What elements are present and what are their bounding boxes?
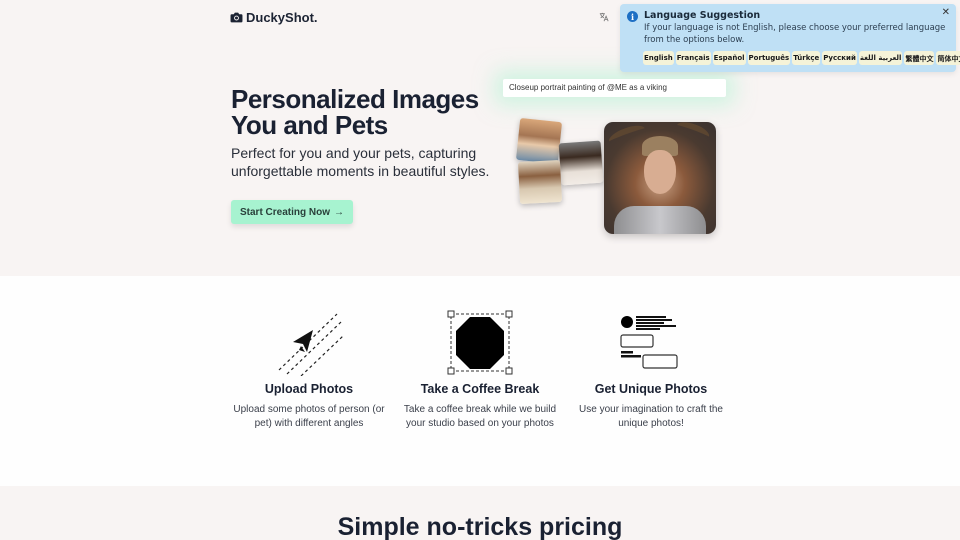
- cta-label: Start Creating Now: [239, 206, 330, 218]
- paper-plane-icon: [278, 313, 343, 376]
- brand-name: DuckyShot.: [246, 10, 318, 25]
- lang-button-french[interactable]: Français: [675, 51, 711, 65]
- start-creating-button[interactable]: Start Creating Now →: [231, 200, 353, 224]
- lang-button-turkish[interactable]: Türkçe: [792, 51, 821, 65]
- feature-title: Take a Coffee Break: [420, 382, 540, 396]
- translate-icon[interactable]: [599, 12, 611, 24]
- language-suggestion-toast: i Language Suggestion If your language i…: [620, 4, 960, 72]
- hero-title-line2: You and Pets: [231, 110, 388, 140]
- octagon-selection-icon: [447, 310, 513, 375]
- lang-button-traditional-chinese[interactable]: 繁體中文: [904, 51, 935, 65]
- sample-photo-1: [515, 117, 563, 165]
- toast-message: If your language is not English, please …: [644, 23, 946, 45]
- hero-title: Personalized Images You and Pets: [231, 86, 479, 138]
- sample-photo-3: [517, 159, 563, 205]
- close-icon[interactable]: ✕: [942, 7, 950, 18]
- lang-button-arabic[interactable]: العربية اللغة: [858, 51, 903, 65]
- lang-button-russian[interactable]: Русский: [822, 51, 857, 65]
- lang-button-english[interactable]: English: [643, 51, 674, 65]
- feature-description: Use your imagination to craft the unique…: [579, 404, 723, 429]
- feature-description: Upload some photos of person (or pet) wi…: [233, 404, 385, 429]
- layout-form-icon: [620, 316, 678, 369]
- lang-button-portuguese[interactable]: Português: [747, 51, 791, 65]
- info-icon: i: [627, 11, 638, 22]
- sample-photo-2: [558, 140, 604, 186]
- viking-portrait-image: [604, 122, 716, 234]
- lang-button-simplified-chinese[interactable]: 简体中文: [936, 51, 960, 65]
- brand-logo[interactable]: DuckyShot.: [230, 10, 318, 25]
- feature-description: Take a coffee break while we build your …: [403, 404, 557, 429]
- feature-title: Get Unique Photos: [594, 382, 708, 396]
- lang-button-spanish[interactable]: Español: [712, 51, 746, 65]
- toast-title: Language Suggestion: [644, 10, 761, 21]
- pricing-title: Simple no-tricks pricing: [337, 513, 623, 540]
- features-section: Upload Photos Upload some photos of pers…: [0, 276, 960, 486]
- camera-icon: [230, 12, 243, 23]
- arrow-right-icon: →: [334, 206, 344, 218]
- hero-subtitle: Perfect for you and your pets, capturing…: [231, 145, 490, 179]
- language-options: English Français Español Português Türkç…: [643, 51, 960, 65]
- pricing-section: Simple no-tricks pricing: [0, 486, 960, 540]
- prompt-input[interactable]: Closeup portrait painting of @ME as a vi…: [503, 79, 726, 97]
- feature-title: Upload Photos: [264, 382, 354, 396]
